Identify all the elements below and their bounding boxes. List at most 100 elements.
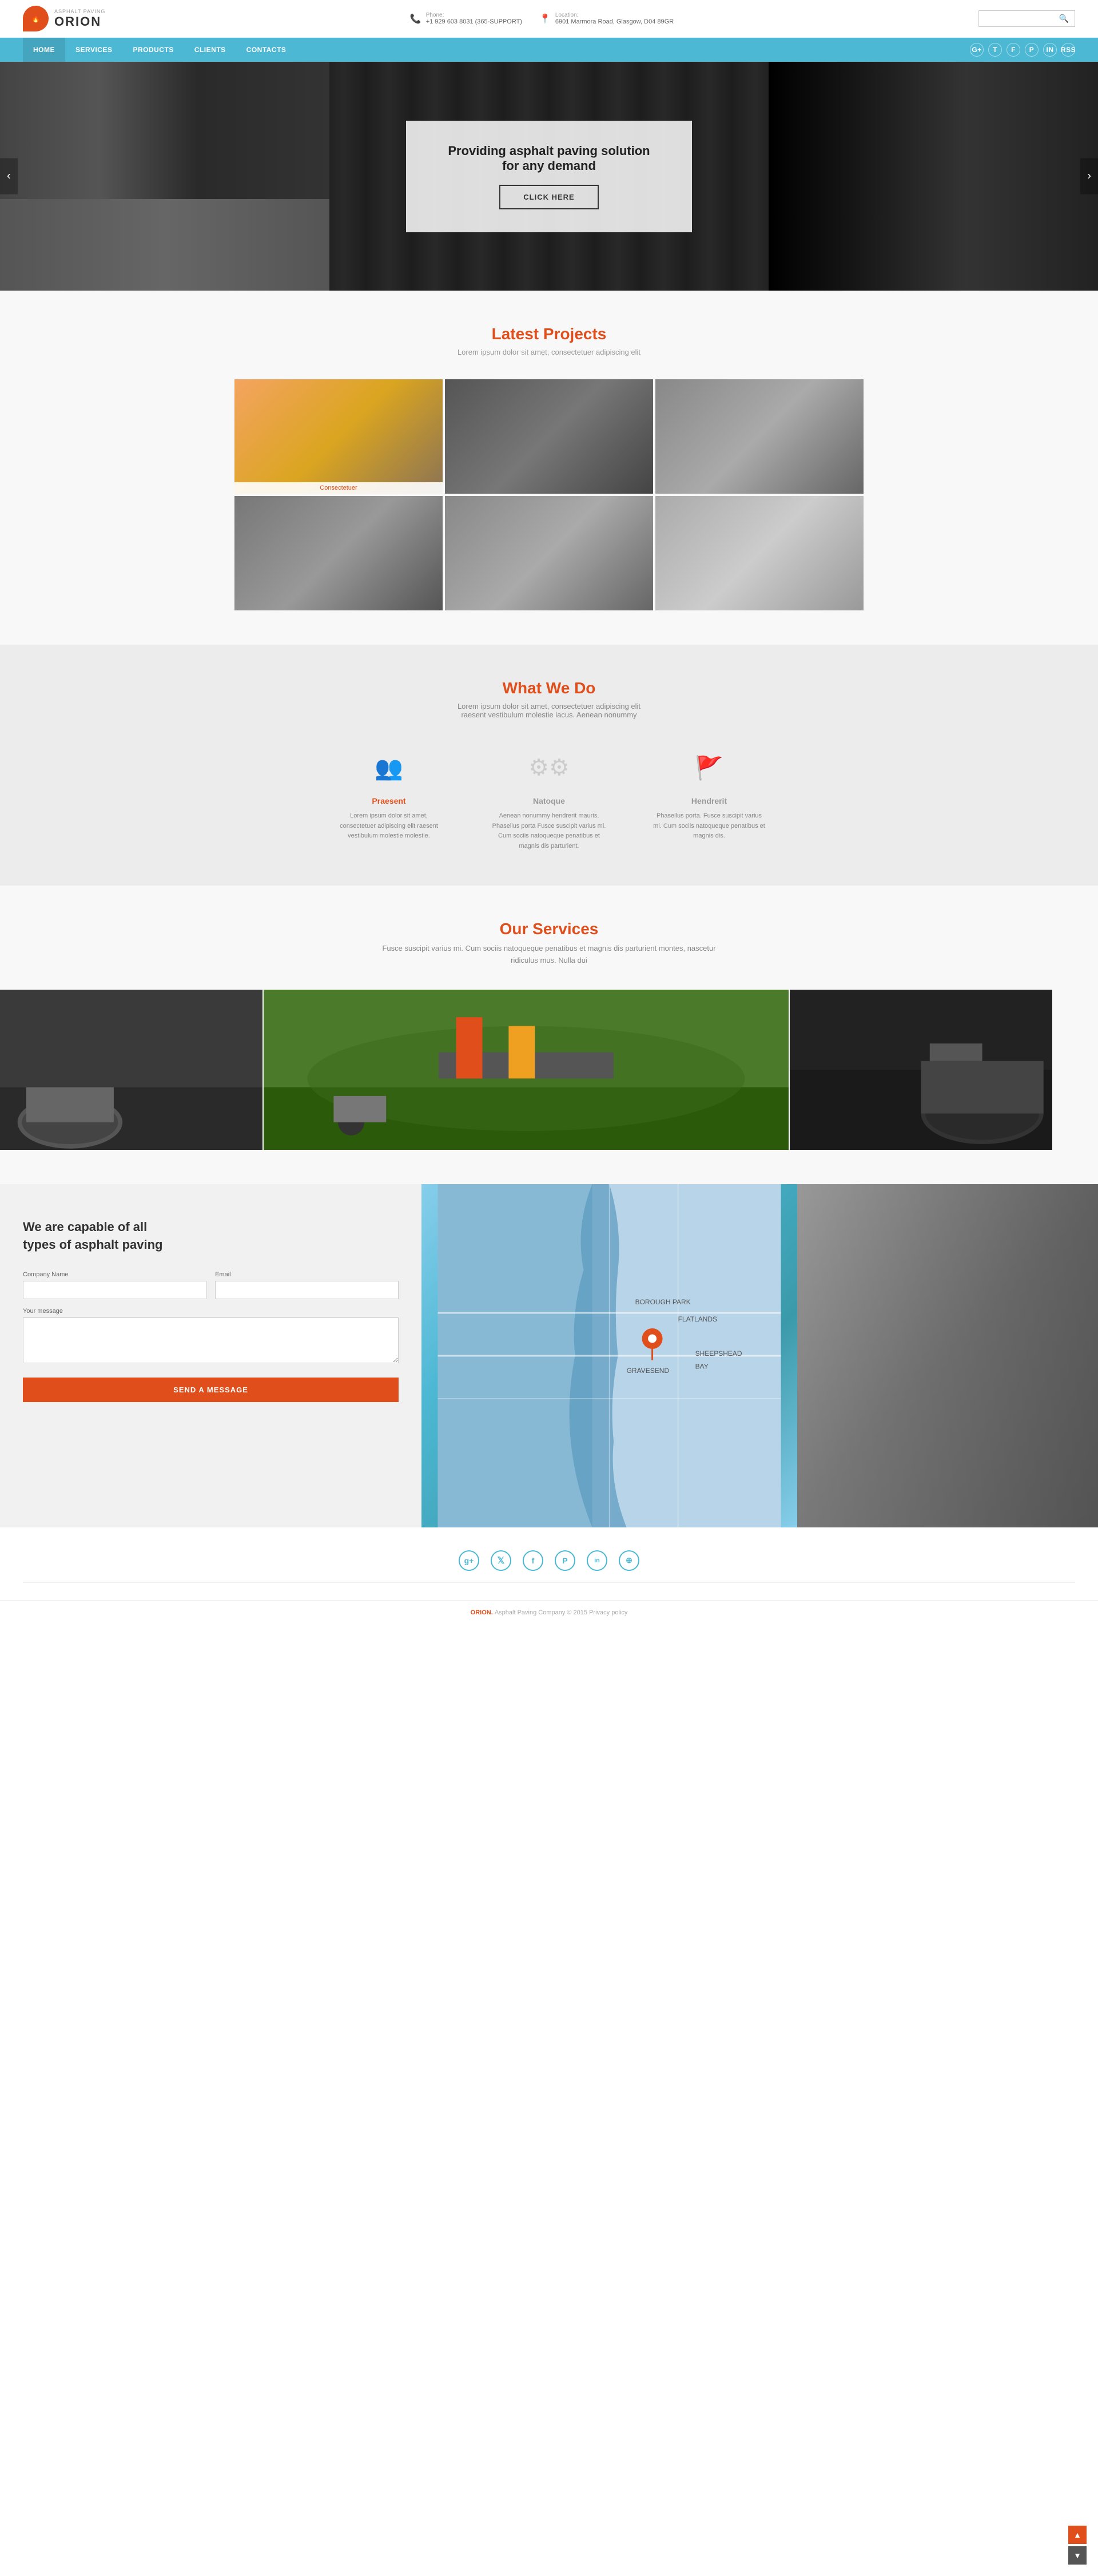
company-name-label: Company Name <box>23 1271 206 1278</box>
footer-social-facebook[interactable]: f <box>523 1550 543 1571</box>
service-item-1: 👥 Praesent Lorem ipsum dolor sit amet, c… <box>332 748 446 851</box>
email-label: Email <box>215 1271 399 1278</box>
message-group: Your message <box>23 1308 399 1363</box>
hero-road-left <box>0 62 329 291</box>
nav-products[interactable]: PRODUCTS <box>122 38 184 62</box>
svg-text:GRAVESEND: GRAVESEND <box>627 1367 670 1375</box>
email-group: Email <box>215 1271 399 1299</box>
project-item-3[interactable] <box>655 379 864 494</box>
project-item-4[interactable] <box>234 496 443 610</box>
main-nav: HOME SERVICES PRODUCTS CLIENTS CONTACTS … <box>0 38 1098 62</box>
logo-text: Asphalt paving ORION <box>54 9 105 29</box>
contact-info: 📞 Phone: +1 929 603 8031 (365-SUPPORT) 📍… <box>410 12 674 25</box>
nav-social-googleplus[interactable]: g+ <box>970 43 984 57</box>
footer-social-pinterest[interactable]: P <box>555 1550 575 1571</box>
location-icon: 📍 <box>539 13 551 25</box>
services-images-row <box>0 990 1052 1150</box>
logo-area: 🔥 Asphalt paving ORION <box>23 6 105 31</box>
contact-wrapper: We are capable of alltypes of asphalt pa… <box>0 1184 1098 1527</box>
nav-social-linkedin[interactable]: in <box>1043 43 1057 57</box>
message-textarea[interactable] <box>23 1317 399 1363</box>
services-icons-row: 👥 Praesent Lorem ipsum dolor sit amet, c… <box>292 748 806 851</box>
project-item-5[interactable] <box>445 496 653 610</box>
phone-number: +1 929 603 8031 (365-SUPPORT) <box>426 18 522 25</box>
email-input[interactable] <box>215 1281 399 1299</box>
latest-projects-section: Latest Projects Lorem ipsum dolor sit am… <box>0 291 1098 645</box>
nav-social-twitter[interactable]: t <box>988 43 1002 57</box>
contact-bg-image <box>797 1184 1098 1527</box>
latest-projects-title: Latest Projects <box>23 325 1075 343</box>
logo-brand-name: ORION <box>54 14 105 29</box>
hero-headline: Providing asphalt paving solution for an… <box>440 144 658 173</box>
service-icon-2: ⚙⚙ <box>529 748 569 788</box>
hero-overlay: Providing asphalt paving solution for an… <box>406 121 692 232</box>
location-label: Location: <box>555 12 674 18</box>
nav-services[interactable]: SERVICES <box>65 38 122 62</box>
our-services-section: Our Services Fusce suscipit varius mi. C… <box>0 886 1098 1184</box>
svg-text:SHEEPSHEAD: SHEEPSHEAD <box>695 1349 742 1358</box>
svg-text:BAY: BAY <box>695 1362 709 1370</box>
service-desc-1: Lorem ipsum dolor sit amet, consectetuer… <box>332 811 446 842</box>
map-area: BOROUGH PARK FLATLANDS SHEEPSHEAD BAY GR… <box>421 1184 797 1527</box>
project-item-6[interactable] <box>655 496 864 610</box>
footer-social: g+ 𝕏 f P in ⊕ <box>0 1527 1098 1601</box>
message-label: Your message <box>23 1308 399 1315</box>
footer-brand-link[interactable]: ORION. <box>471 1609 495 1616</box>
service-image-2 <box>264 990 789 1150</box>
search-button[interactable]: 🔍 <box>1059 14 1069 23</box>
phone-label: Phone: <box>426 12 522 18</box>
service-image-1 <box>0 990 262 1150</box>
what-we-do-title: What We Do <box>23 679 1075 697</box>
location-address: 6901 Marmora Road, Glasgow, D04 89GR <box>555 18 674 25</box>
location-contact: 📍 Location: 6901 Marmora Road, Glasgow, … <box>539 12 674 25</box>
scroll-down-button[interactable]: ▼ <box>1068 2546 1087 2565</box>
logo-icon: 🔥 <box>23 6 49 31</box>
hero-next-arrow[interactable]: › <box>1080 158 1098 195</box>
service-title-2: Natoque <box>492 796 606 805</box>
footer-social-googleplus[interactable]: g+ <box>459 1550 479 1571</box>
phone-contact: 📞 Phone: +1 929 603 8031 (365-SUPPORT) <box>410 12 522 25</box>
footer-social-rss[interactable]: ⊕ <box>619 1550 639 1571</box>
svg-text:BOROUGH PARK: BOROUGH PARK <box>635 1298 691 1306</box>
hero-road-right <box>769 62 1098 291</box>
company-name-input[interactable] <box>23 1281 206 1299</box>
what-we-do-subtitle: Lorem ipsum dolor sit amet, consectetuer… <box>406 702 692 719</box>
scroll-up-button[interactable]: ▲ <box>1068 2526 1087 2544</box>
service-icon-3: 🚩 <box>689 748 729 788</box>
nav-contacts[interactable]: CONTACTS <box>236 38 297 62</box>
social-icons-row: g+ 𝕏 f P in ⊕ <box>23 1550 1075 1571</box>
service-item-3: 🚩 Hendrerit Phasellus porta. Fusce susci… <box>652 748 766 851</box>
footer-copyright-text: Asphalt Paving Company © 2015 Privacy po… <box>495 1609 628 1616</box>
project-item-1[interactable]: Consectetuer <box>234 379 443 494</box>
logo-tagline: Asphalt paving <box>54 9 105 14</box>
our-services-subtitle: Fusce suscipit varius mi. Cum sociis nat… <box>377 943 721 967</box>
service-title-1: Praesent <box>332 796 446 805</box>
project-item-2[interactable] <box>445 379 653 494</box>
nav-clients[interactable]: CLIENTS <box>184 38 236 62</box>
nav-home[interactable]: HOME <box>23 38 65 62</box>
hero-cta-button[interactable]: CLICK HERE <box>499 185 598 209</box>
what-we-do-section: What We Do Lorem ipsum dolor sit amet, c… <box>0 645 1098 886</box>
footer-social-linkedin[interactable]: in <box>587 1550 607 1571</box>
contact-form-area: We are capable of alltypes of asphalt pa… <box>0 1184 421 1527</box>
service-desc-2: Aenean nonummy hendrerit mauris. Phasell… <box>492 811 606 851</box>
latest-projects-subtitle: Lorem ipsum dolor sit amet, consectetuer… <box>23 348 1075 356</box>
form-row-1: Company Name Email <box>23 1271 399 1299</box>
hero-prev-arrow[interactable]: ‹ <box>0 158 18 195</box>
phone-icon: 📞 <box>410 13 421 25</box>
projects-grid: Consectetuer <box>234 379 864 610</box>
map-svg: BOROUGH PARK FLATLANDS SHEEPSHEAD BAY GR… <box>421 1184 797 1527</box>
nav-social-pinterest[interactable]: p <box>1025 43 1039 57</box>
service-image-3 <box>790 990 1052 1150</box>
search-input[interactable] <box>985 15 1059 23</box>
footer-social-twitter[interactable]: 𝕏 <box>491 1550 511 1571</box>
hero-section: ‹ Providing asphalt paving solution for … <box>0 62 1098 291</box>
search-box[interactable]: 🔍 <box>978 10 1075 27</box>
nav-social-rss[interactable]: rss <box>1061 43 1075 57</box>
service-desc-3: Phasellus porta. Fusce suscipit varius m… <box>652 811 766 842</box>
company-name-group: Company Name <box>23 1271 206 1299</box>
nav-social: g+ t f p in rss <box>970 43 1075 57</box>
send-message-button[interactable]: SEND A MESSAGE <box>23 1378 399 1402</box>
nav-social-facebook[interactable]: f <box>1006 43 1020 57</box>
top-bar: 🔥 Asphalt paving ORION 📞 Phone: +1 929 6… <box>0 0 1098 38</box>
